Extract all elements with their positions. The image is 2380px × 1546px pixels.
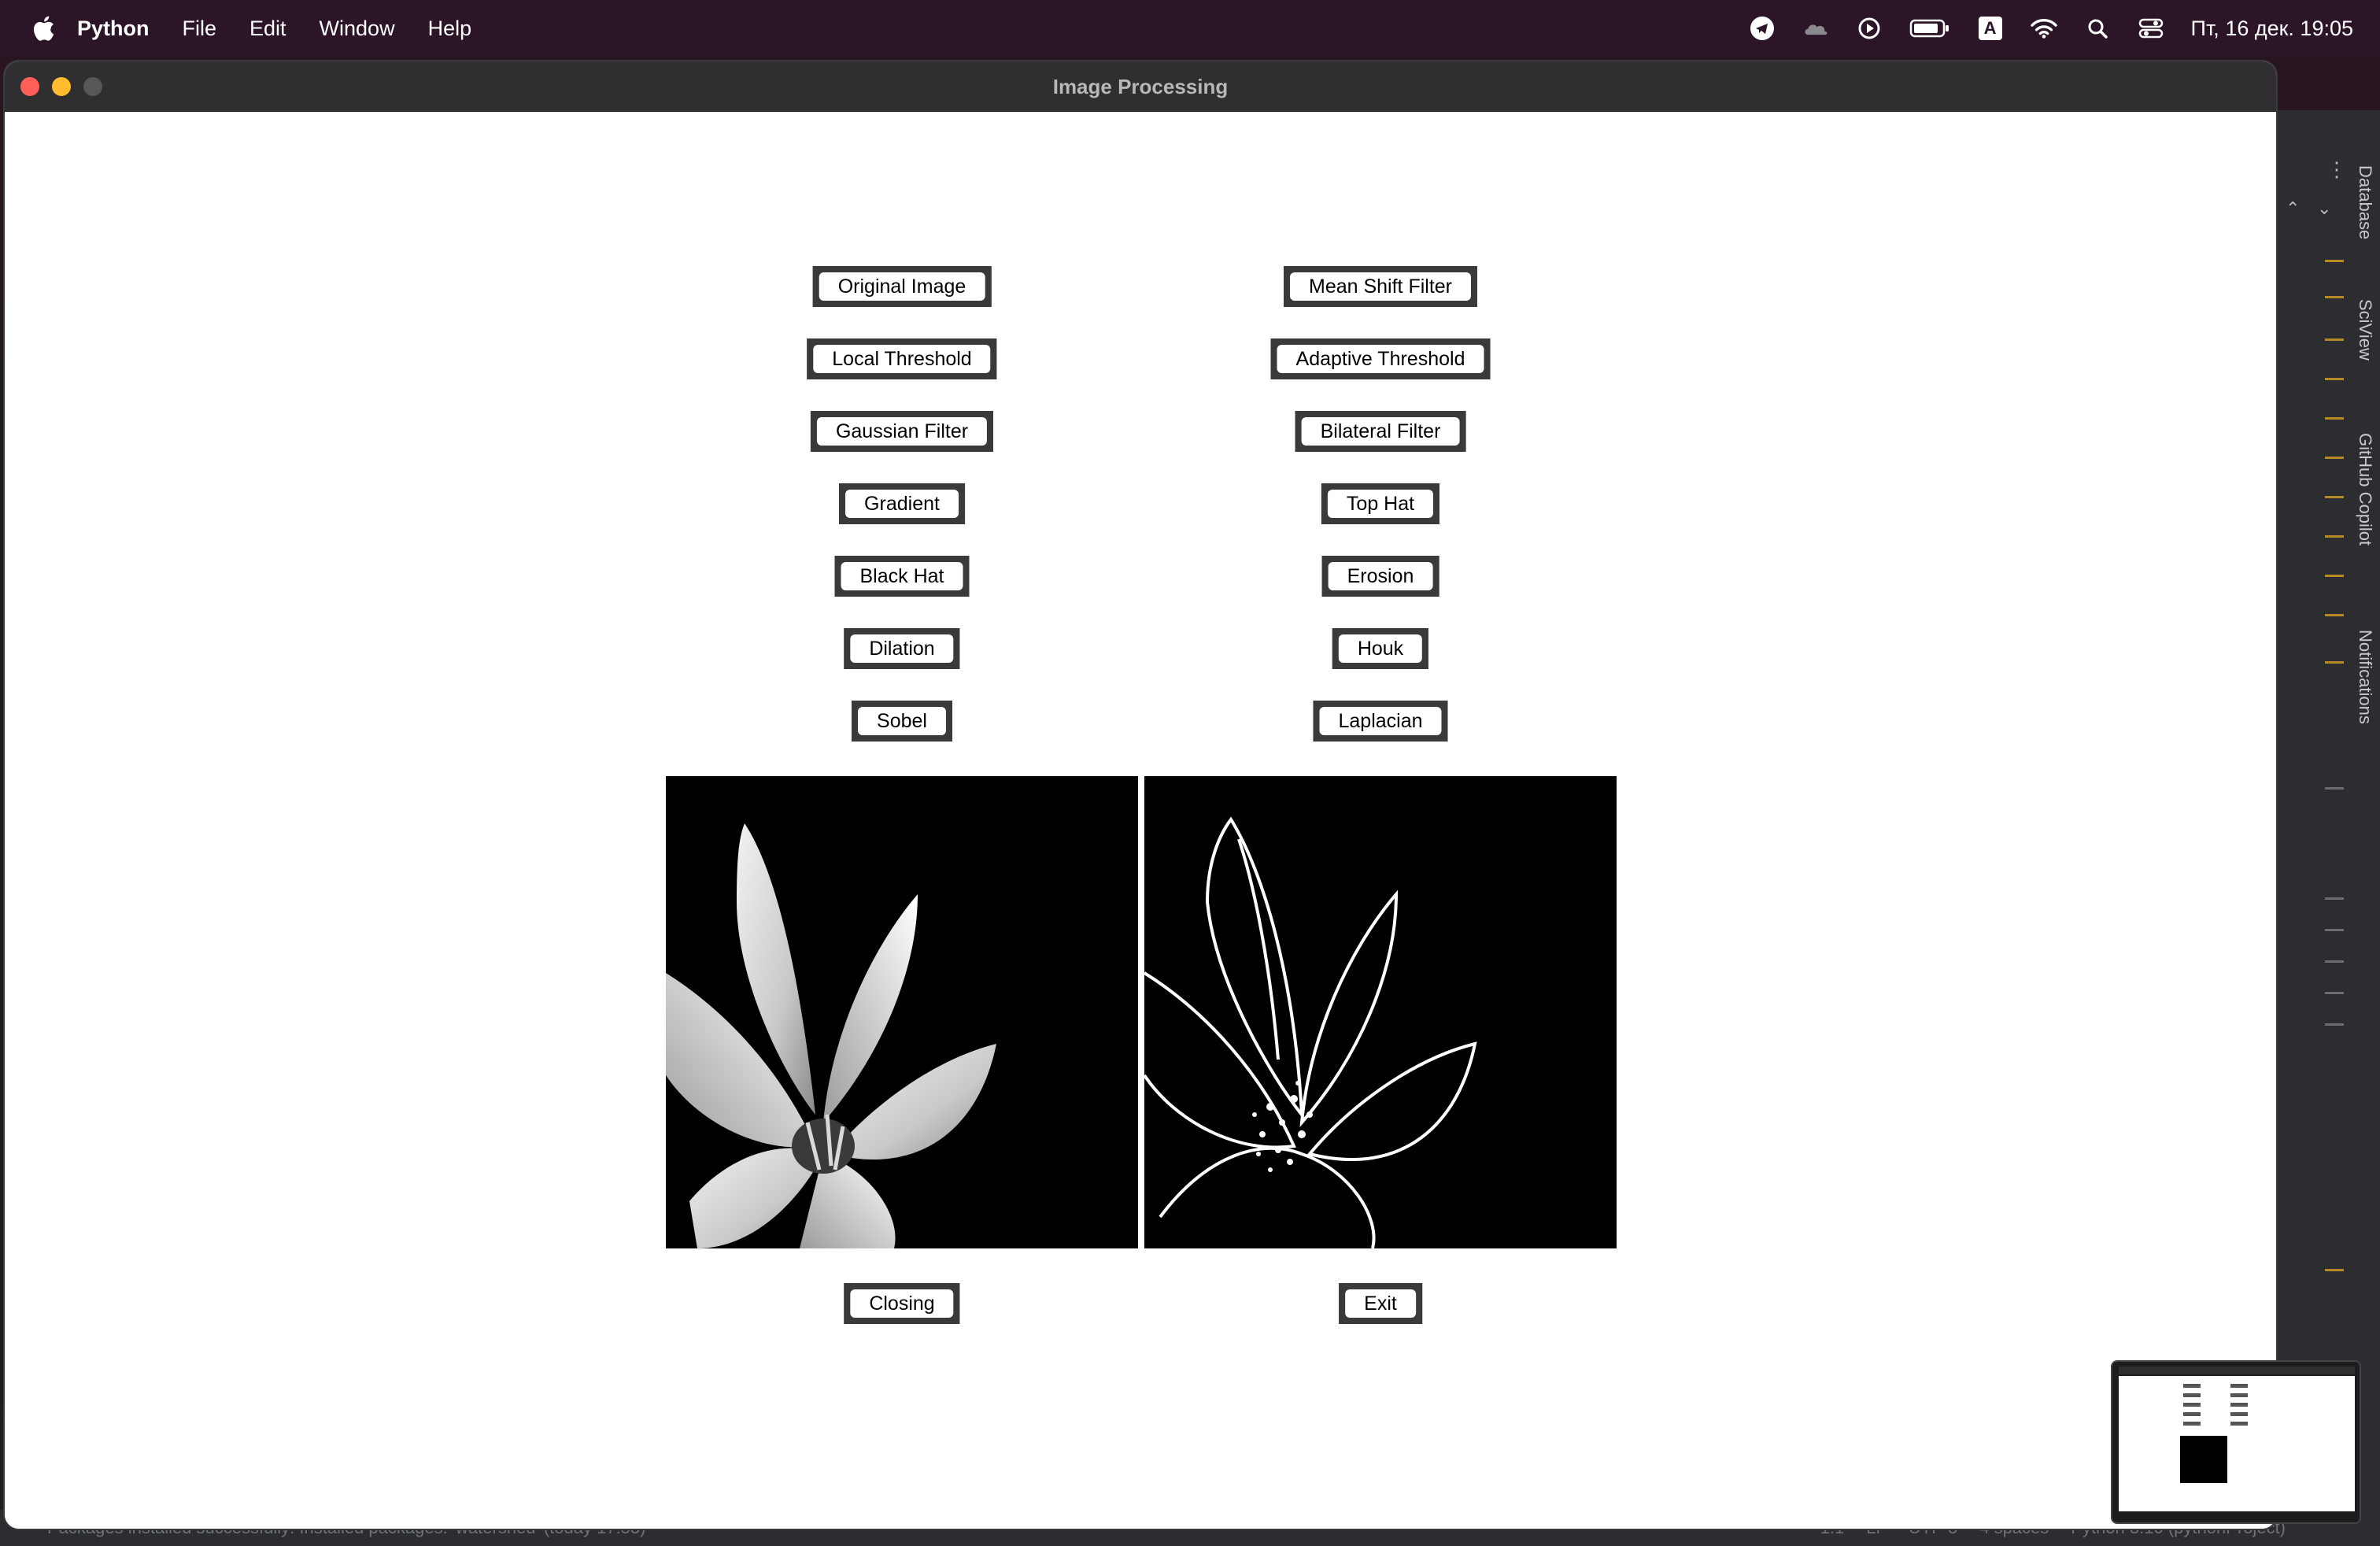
preview-button xyxy=(2230,1393,2248,1397)
preview-button xyxy=(2183,1403,2201,1407)
window-titlebar[interactable]: Image Processing xyxy=(5,61,2276,112)
menu-help[interactable]: Help xyxy=(428,17,472,41)
gaussian-filter-button-label: Gaussian Filter xyxy=(816,417,988,446)
input-source-label: A xyxy=(1978,17,2002,40)
ide-more-icon[interactable]: ⋮ xyxy=(2326,157,2347,182)
ide-tab-database[interactable]: Database xyxy=(2355,165,2375,239)
gaussian-filter-button[interactable]: Gaussian Filter xyxy=(810,411,994,452)
houk-button-label: Houk xyxy=(1338,634,1423,663)
ide-scroll-marker xyxy=(2325,614,2344,616)
original-image-button-label: Original Image xyxy=(819,272,985,301)
exit-button[interactable]: Exit xyxy=(1339,1283,1422,1324)
bilateral-filter-button-label: Bilateral Filter xyxy=(1301,417,1460,446)
local-threshold-button[interactable]: Local Threshold xyxy=(807,338,997,379)
preview-button xyxy=(2183,1412,2201,1416)
adaptive-threshold-button-label: Adaptive Threshold xyxy=(1277,345,1484,373)
preview-button xyxy=(2183,1422,2201,1426)
ide-scroll-marker xyxy=(2325,897,2344,900)
closing-button-label: Closing xyxy=(850,1289,954,1318)
wifi-icon[interactable] xyxy=(2030,15,2057,42)
laplacian-button-label: Laplacian xyxy=(1319,707,1442,735)
cloud-icon[interactable] xyxy=(1802,15,1829,42)
menu-bar: Python File Edit Window Help A Пт, 16 де… xyxy=(0,0,2380,57)
preview-button xyxy=(2230,1384,2248,1388)
houk-button[interactable]: Houk xyxy=(1332,628,1429,669)
play-circle-icon[interactable] xyxy=(1856,15,1883,42)
preview-button xyxy=(2230,1422,2248,1426)
preview-button xyxy=(2230,1412,2248,1416)
menu-app-name[interactable]: Python xyxy=(77,17,150,41)
telegram-icon[interactable] xyxy=(1749,15,1776,42)
erosion-button[interactable]: Erosion xyxy=(1321,556,1439,597)
original-image-panel xyxy=(666,776,1138,1248)
ide-scroll-marker xyxy=(2325,661,2344,664)
flower-original-image xyxy=(666,776,1138,1248)
ide-scroll-marker xyxy=(2325,417,2344,420)
ide-scroll-marker xyxy=(2325,929,2344,931)
dilation-button-label: Dilation xyxy=(850,634,954,663)
menubar-clock[interactable]: Пт, 16 дек. 19:05 xyxy=(2191,17,2353,41)
closing-button[interactable]: Closing xyxy=(844,1283,960,1324)
ide-scroll-marker xyxy=(2325,338,2344,341)
ide-tab-notifications[interactable]: Notifications xyxy=(2355,630,2375,724)
ide-scroll-marker xyxy=(2325,457,2344,459)
ide-scroll-marker xyxy=(2325,1269,2344,1271)
ide-scroll-marker xyxy=(2325,575,2344,577)
dilation-button[interactable]: Dilation xyxy=(844,628,960,669)
erosion-button-label: Erosion xyxy=(1328,562,1433,590)
ide-tab-sciview[interactable]: SciView xyxy=(2355,299,2375,361)
black-hat-button-label: Black Hat xyxy=(841,562,963,590)
exit-button-label: Exit xyxy=(1345,1289,1416,1318)
ide-scroll-marker xyxy=(2325,787,2344,790)
battery-icon[interactable] xyxy=(1909,15,1950,42)
original-image-button[interactable]: Original Image xyxy=(812,266,992,307)
input-source-icon[interactable]: A xyxy=(1977,15,2004,42)
ide-chevron-up-icon[interactable]: ⌃ xyxy=(2286,198,2300,219)
menu-file[interactable]: File xyxy=(183,17,217,41)
sobel-button-label: Sobel xyxy=(858,707,946,735)
black-hat-button[interactable]: Black Hat xyxy=(834,556,970,597)
preview-image xyxy=(2180,1436,2227,1483)
preview-button xyxy=(2230,1403,2248,1407)
top-hat-button-label: Top Hat xyxy=(1327,490,1434,518)
menu-edit[interactable]: Edit xyxy=(249,17,286,41)
ide-scroll-marker xyxy=(2325,296,2344,298)
top-hat-button[interactable]: Top Hat xyxy=(1321,483,1440,524)
laplacian-button[interactable]: Laplacian xyxy=(1313,701,1448,742)
ide-scroll-marker xyxy=(2325,260,2344,262)
preview-titlebar xyxy=(2119,1367,2355,1374)
flower-edge-image xyxy=(1144,776,1617,1248)
mean-shift-filter-button[interactable]: Mean Shift Filter xyxy=(1283,266,1478,307)
local-threshold-button-label: Local Threshold xyxy=(813,345,991,373)
preview-window xyxy=(2119,1376,2355,1511)
ide-scroll-marker xyxy=(2325,496,2344,498)
mean-shift-filter-button-label: Mean Shift Filter xyxy=(1289,272,1472,301)
preview-button xyxy=(2183,1393,2201,1397)
adaptive-threshold-button[interactable]: Adaptive Threshold xyxy=(1270,338,1491,379)
ide-scroll-marker xyxy=(2325,535,2344,538)
bilateral-filter-button[interactable]: Bilateral Filter xyxy=(1295,411,1466,452)
screenshot-preview-thumbnail[interactable] xyxy=(2111,1360,2361,1524)
processed-image-panel xyxy=(1144,776,1617,1248)
apple-logo-icon[interactable] xyxy=(31,15,55,42)
menu-window[interactable]: Window xyxy=(320,17,395,41)
ide-chevron-down-icon[interactable]: ⌄ xyxy=(2317,198,2331,219)
sobel-button[interactable]: Sobel xyxy=(852,701,952,742)
image-processing-window: Image Processing Original Image Local Th… xyxy=(5,61,2276,1529)
window-content: Original Image Local Threshold Gaussian … xyxy=(5,112,2276,1529)
ide-scroll-marker xyxy=(2325,992,2344,994)
search-icon[interactable] xyxy=(2084,15,2111,42)
ide-tab-github-copilot[interactable]: GitHub Copilot xyxy=(2355,433,2375,546)
preview-button xyxy=(2183,1384,2201,1388)
ide-scroll-marker xyxy=(2325,960,2344,963)
ide-scroll-marker xyxy=(2325,1023,2344,1026)
gradient-button[interactable]: Gradient xyxy=(839,483,965,524)
window-title: Image Processing xyxy=(1052,75,1229,98)
control-center-icon[interactable] xyxy=(2138,15,2164,42)
ide-right-toolwindow-strip: ⋮ ⌃ ⌄ Database SciView GitHub Copilot No… xyxy=(2267,110,2380,1543)
gradient-button-label: Gradient xyxy=(845,490,959,518)
ide-scroll-marker xyxy=(2325,378,2344,380)
